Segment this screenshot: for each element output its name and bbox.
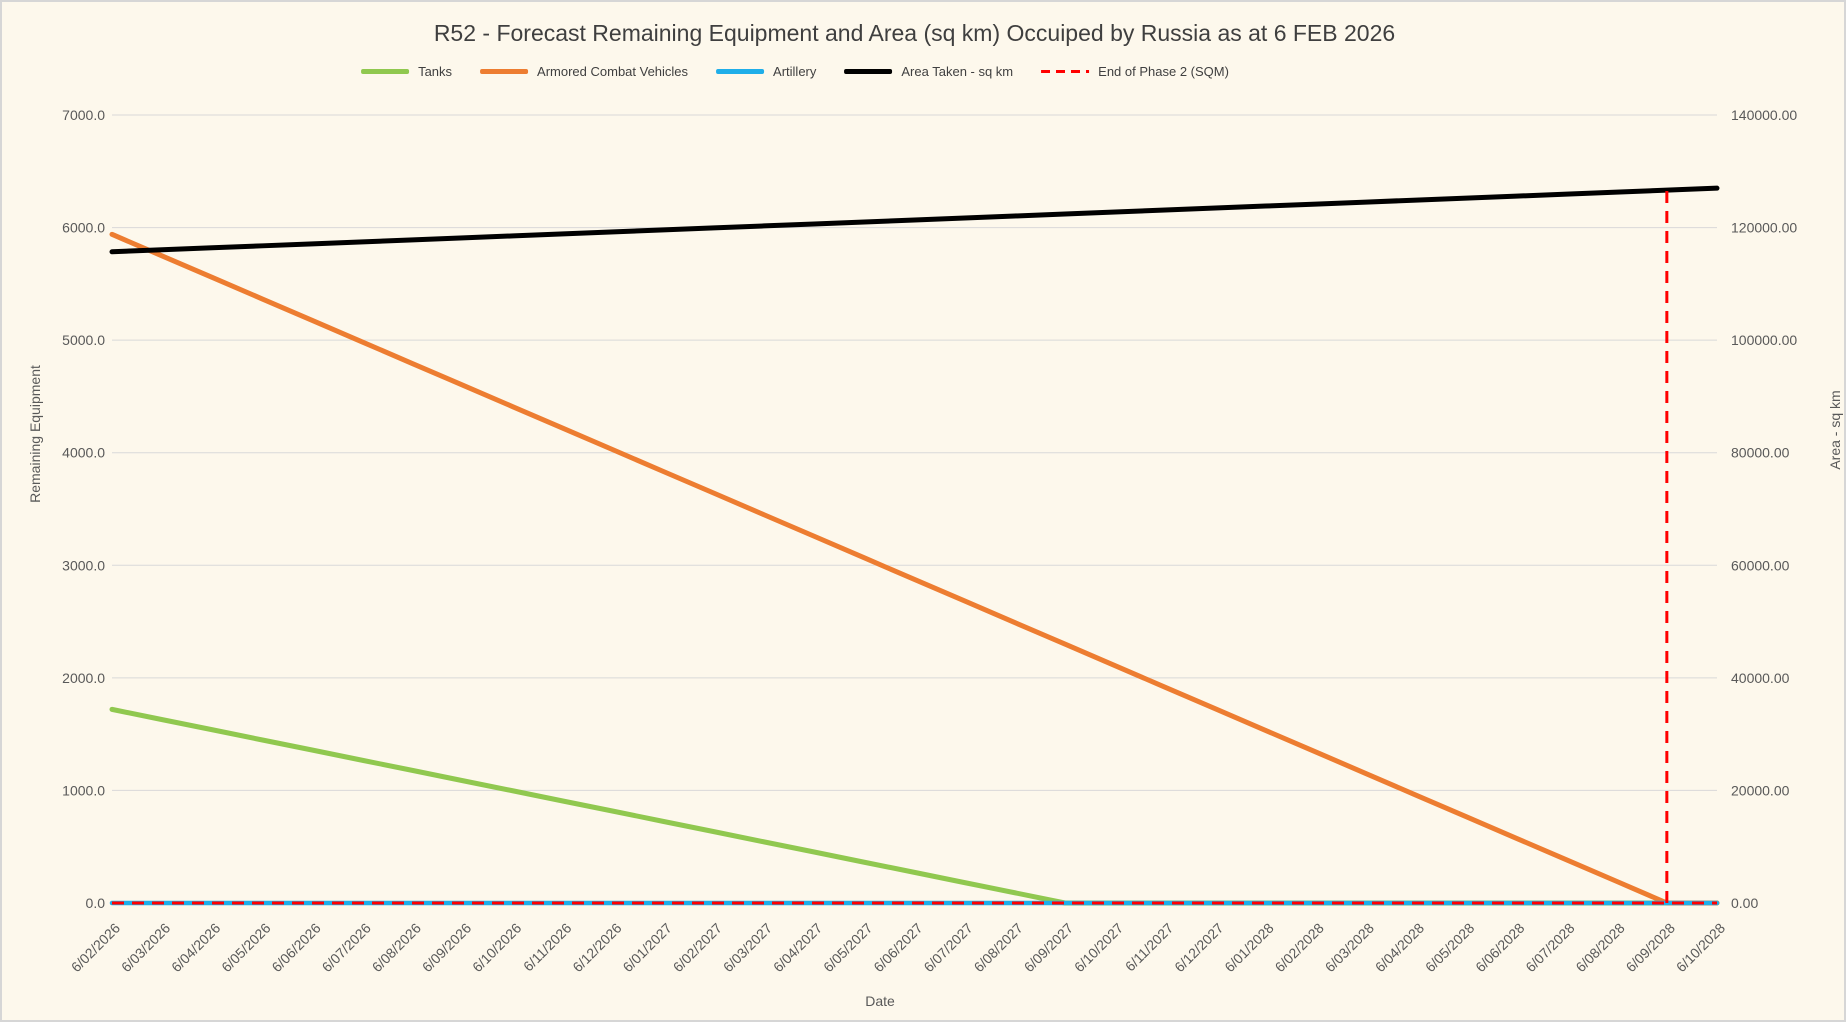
left-axis-title: Remaining Equipment xyxy=(27,365,43,503)
left-tick-label: 3000.0 xyxy=(62,557,105,573)
x-tick-label: 6/12/2027 xyxy=(1171,920,1227,976)
x-tick-label: 6/01/2028 xyxy=(1221,920,1277,976)
x-tick-label: 6/08/2027 xyxy=(971,920,1027,976)
chart-frame: R52 - Forecast Remaining Equipment and A… xyxy=(0,0,1846,1022)
x-tick-label: 6/11/2026 xyxy=(520,920,575,975)
right-axis-tick-labels: 0.00 20000.00 40000.00 60000.00 80000.00 1000… xyxy=(1731,107,1797,911)
x-tick-label: 6/09/2028 xyxy=(1623,920,1679,976)
x-tick-label: 6/08/2026 xyxy=(369,920,425,976)
left-tick-label: 4000.0 xyxy=(62,445,105,461)
x-tick-label: 6/09/2026 xyxy=(419,920,475,976)
x-tick-label: 6/05/2027 xyxy=(820,920,876,976)
right-axis-title: Area - sq km xyxy=(1827,390,1843,469)
left-tick-label: 2000.0 xyxy=(62,670,105,686)
series-line-armored-combat-vehicles xyxy=(112,234,1717,903)
right-tick-label: 100000.00 xyxy=(1731,332,1797,348)
x-tick-label: 6/07/2028 xyxy=(1522,920,1578,976)
x-tick-label: 6/03/2026 xyxy=(118,920,174,976)
x-tick-label: 6/04/2028 xyxy=(1372,920,1428,976)
x-tick-label: 6/01/2027 xyxy=(619,920,675,976)
x-tick-label: 6/07/2026 xyxy=(319,920,375,976)
x-tick-label: 6/08/2028 xyxy=(1572,920,1628,976)
x-tick-label: 6/07/2027 xyxy=(920,920,976,976)
x-tick-label: 6/11/2027 xyxy=(1122,920,1177,975)
x-tick-label: 6/10/2026 xyxy=(469,920,525,976)
x-tick-label: 6/02/2026 xyxy=(68,920,124,976)
x-tick-label: 6/04/2027 xyxy=(770,920,826,976)
x-tick-label: 6/09/2027 xyxy=(1021,920,1077,976)
x-tick-label: 6/05/2028 xyxy=(1422,920,1478,976)
left-tick-label: 7000.0 xyxy=(62,107,105,123)
x-tick-label: 6/03/2028 xyxy=(1322,920,1378,976)
left-tick-label: 0.0 xyxy=(86,895,106,911)
right-tick-label: 60000.00 xyxy=(1731,557,1790,573)
x-tick-label: 6/03/2027 xyxy=(720,920,776,976)
x-tick-label: 6/10/2028 xyxy=(1673,920,1729,976)
left-tick-label: 5000.0 xyxy=(62,332,105,348)
series-line-area-taken-sq-km xyxy=(112,188,1717,252)
gridlines xyxy=(112,115,1717,903)
x-tick-label: 6/04/2026 xyxy=(168,920,224,976)
left-tick-label: 1000.0 xyxy=(62,782,105,798)
x-tick-label: 6/05/2026 xyxy=(218,920,274,976)
x-tick-label: 6/10/2027 xyxy=(1071,920,1127,976)
x-tick-label: 6/02/2027 xyxy=(670,920,726,976)
chart-plot-area: 0.0 1000.0 2000.0 3000.0 4000.0 5000.0 6000.0 7… xyxy=(2,2,1846,1022)
series-line-tanks xyxy=(112,709,1717,903)
series-lines xyxy=(112,188,1717,903)
left-axis-tick-labels: 0.0 1000.0 2000.0 3000.0 4000.0 5000.0 6000.0 7… xyxy=(62,107,105,911)
x-tick-label: 6/12/2026 xyxy=(569,920,625,976)
x-tick-label: 6/06/2026 xyxy=(268,920,324,976)
right-tick-label: 120000.00 xyxy=(1731,220,1797,236)
right-tick-label: 40000.00 xyxy=(1731,670,1790,686)
x-axis-title: Date xyxy=(865,993,895,1009)
right-tick-label: 80000.00 xyxy=(1731,445,1790,461)
right-tick-label: 140000.00 xyxy=(1731,107,1797,123)
left-tick-label: 6000.0 xyxy=(62,220,105,236)
right-tick-label: 20000.00 xyxy=(1731,782,1790,798)
right-tick-label: 0.00 xyxy=(1731,895,1758,911)
x-axis-tick-labels: 6/02/20266/03/20266/04/20266/05/20266/06… xyxy=(68,920,1729,976)
x-tick-label: 6/02/2028 xyxy=(1272,920,1328,976)
x-tick-label: 6/06/2028 xyxy=(1472,920,1528,976)
x-tick-label: 6/06/2027 xyxy=(870,920,926,976)
